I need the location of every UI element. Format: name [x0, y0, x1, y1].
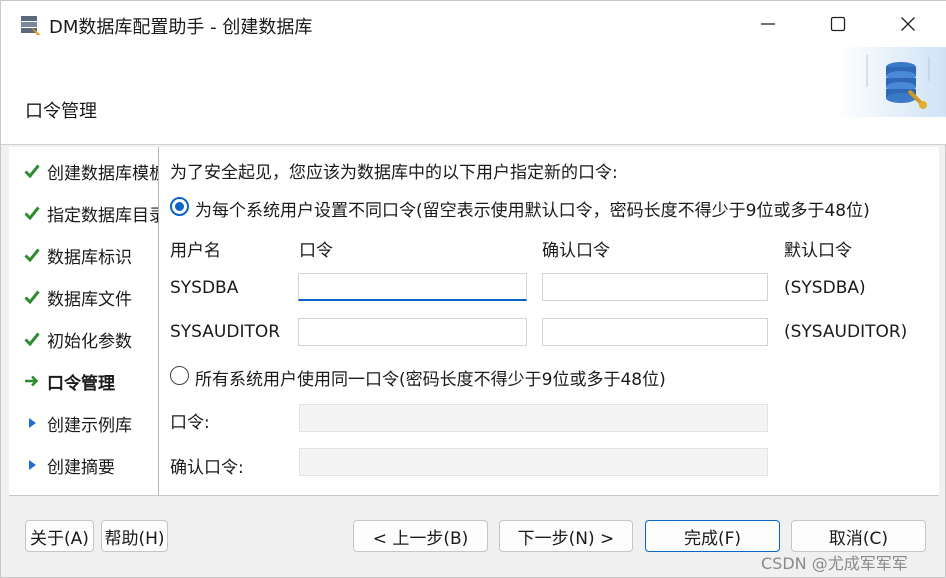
- radio-separate-label[interactable]: 为每个系统用户设置不同口令(留空表示使用默认口令，密码长度不得少于9位或多于48…: [195, 196, 870, 221]
- check-icon: [23, 288, 41, 306]
- cancel-button[interactable]: 取消(C): [791, 520, 926, 552]
- sysdba-password-input[interactable]: [298, 273, 527, 301]
- step-label: 创建数据库模板: [47, 163, 159, 184]
- column-header-user: 用户名: [170, 241, 221, 261]
- column-header-confirm: 确认口令: [542, 241, 610, 261]
- step-label: 创建摘要: [47, 457, 115, 478]
- help-button[interactable]: 帮助(H): [101, 520, 168, 552]
- minimize-button[interactable]: [745, 1, 791, 47]
- dialog-window: DM数据库配置助手 - 创建数据库 口令管理 创建数据库模板 指定数据库目录 数…: [0, 0, 946, 578]
- step-label: 数据库标识: [47, 247, 132, 268]
- step-label: 口令管理: [47, 373, 115, 394]
- intro-text: 为了安全起见，您应该为数据库中的以下用户指定新的口令:: [170, 163, 618, 183]
- close-icon: [901, 17, 915, 31]
- sysauditor-default-password: (SYSAUDITOR): [784, 322, 908, 342]
- radio-separate-passwords[interactable]: [170, 197, 189, 216]
- user-name-sysauditor: SYSAUDITOR: [170, 322, 281, 342]
- next-button[interactable]: 下一步(N) >: [499, 520, 633, 552]
- password-panel: 为了安全起见，您应该为数据库中的以下用户指定新的口令: 为每个系统用户设置不同口…: [159, 147, 939, 495]
- same-password-input[interactable]: [299, 404, 768, 432]
- close-button[interactable]: [885, 1, 931, 47]
- step-label: 数据库文件: [47, 289, 132, 310]
- watermark-text: CSDN @尤成军军军: [761, 554, 908, 573]
- page-title: 口令管理: [25, 101, 97, 122]
- step-create-sample[interactable]: 创建示例库: [23, 410, 159, 436]
- app-database-icon: [21, 16, 41, 35]
- same-confirm-input[interactable]: [299, 448, 768, 476]
- maximize-button[interactable]: [815, 1, 861, 47]
- title-bar: DM数据库配置助手 - 创建数据库: [1, 1, 946, 47]
- sysdba-default-password: (SYSDBA): [784, 278, 866, 298]
- step-create-template[interactable]: 创建数据库模板: [23, 158, 159, 184]
- column-header-password: 口令: [299, 241, 333, 261]
- step-database-files[interactable]: 数据库文件: [23, 284, 159, 310]
- check-icon: [23, 330, 41, 348]
- step-summary[interactable]: 创建摘要: [23, 452, 159, 478]
- finish-button[interactable]: 完成(F): [645, 520, 780, 552]
- step-data-directory[interactable]: 指定数据库目录: [23, 200, 159, 226]
- window-title: DM数据库配置助手 - 创建数据库: [49, 17, 313, 38]
- triangle-right-icon: [23, 456, 41, 474]
- arrow-right-icon: [23, 372, 41, 390]
- about-button[interactable]: 关于(A): [25, 520, 94, 552]
- step-label: 创建示例库: [47, 415, 132, 436]
- step-label: 指定数据库目录: [47, 205, 159, 226]
- sysauditor-confirm-input[interactable]: [542, 318, 768, 346]
- step-database-identity[interactable]: 数据库标识: [23, 242, 159, 268]
- step-label: 初始化参数: [47, 331, 132, 352]
- sysdba-confirm-input[interactable]: [542, 273, 768, 301]
- triangle-right-icon: [23, 414, 41, 432]
- radio-same-label[interactable]: 所有系统用户使用同一口令(密码长度不得少于9位或多于48位): [195, 365, 666, 390]
- footer-divider: [9, 495, 939, 496]
- user-name-sysdba: SYSDBA: [170, 278, 239, 298]
- step-init-params[interactable]: 初始化参数: [23, 326, 159, 352]
- check-icon: [23, 246, 41, 264]
- radio-same-password[interactable]: [170, 366, 189, 385]
- sysauditor-password-input[interactable]: [298, 318, 527, 346]
- database-banner-icon: [837, 47, 946, 117]
- column-header-default: 默认口令: [784, 241, 852, 261]
- step-password-management[interactable]: 口令管理: [23, 368, 159, 394]
- same-confirm-label: 确认口令:: [170, 458, 244, 478]
- same-password-label: 口令:: [170, 413, 210, 433]
- check-icon: [23, 162, 41, 180]
- check-icon: [23, 204, 41, 222]
- minimize-icon: [761, 23, 775, 25]
- wizard-step-list: 创建数据库模板 指定数据库目录 数据库标识 数据库文件 初始化参数 口令管理 创…: [9, 147, 159, 495]
- page-header: 口令管理: [1, 47, 946, 145]
- maximize-icon: [830, 16, 846, 32]
- previous-button[interactable]: < 上一步(B): [353, 520, 488, 552]
